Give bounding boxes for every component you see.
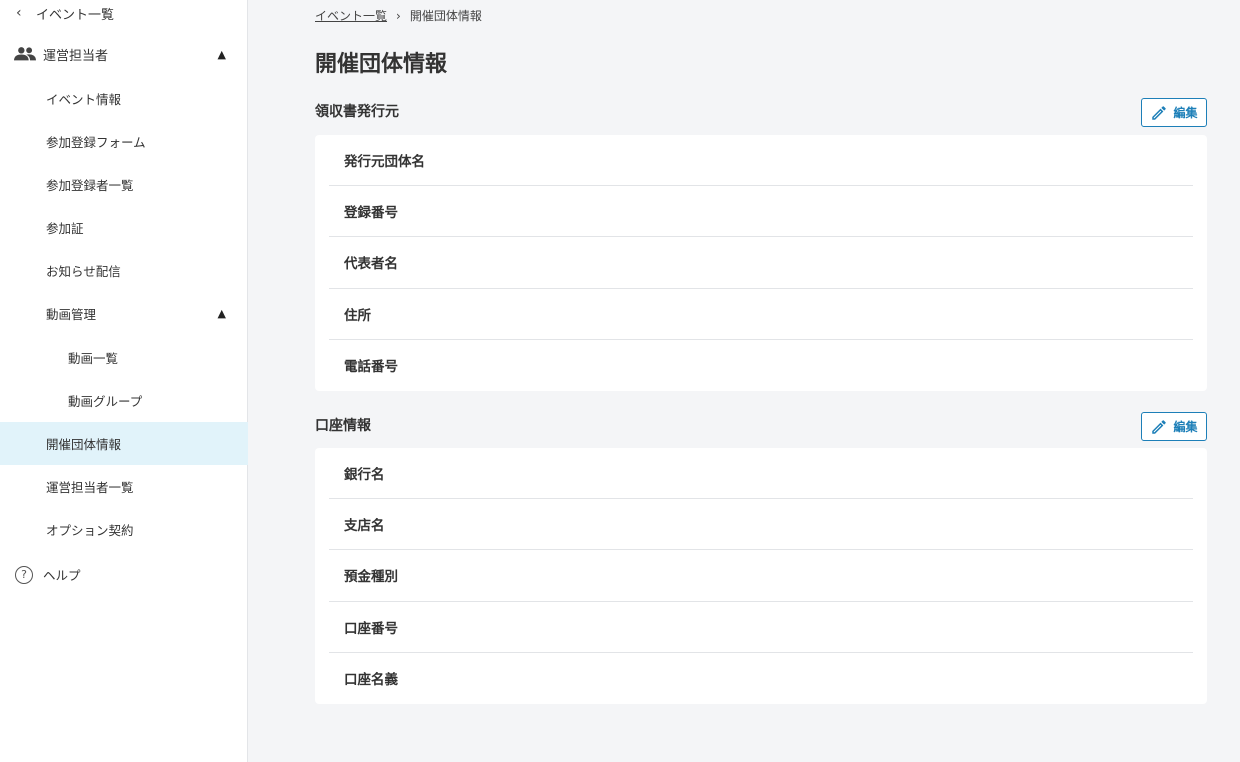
sidebar-item-label: 参加登録者一覧 (46, 178, 134, 193)
field-row: 支店名 (329, 499, 1193, 551)
sidebar-item-label: 動画一覧 (68, 351, 119, 366)
back-label: イベント一覧 (36, 7, 115, 23)
sidebar-group-organizer[interactable]: 運営担当者 ▲ (0, 36, 248, 72)
edit-label: 編集 (1173, 420, 1198, 434)
sidebar-item-event-info[interactable]: イベント情報 (0, 77, 248, 120)
sidebar: ‹ イベント一覧 運営担当者 ▲ イベント情報 参加登録フォーム 参加登録者一覧… (0, 0, 248, 762)
edit-receipt-issuer-button[interactable]: 編集 (1141, 98, 1207, 127)
section-title-bank-account: 口座情報 (315, 418, 371, 434)
field-row: 住所 (329, 289, 1193, 340)
chevron-right-icon: › (396, 8, 401, 23)
sidebar-item-label: 参加登録フォーム (46, 135, 146, 150)
bank-account-card: 銀行名 支店名 預金種別 口座番号 口座名義 (315, 448, 1207, 704)
edit-bank-account-button[interactable]: 編集 (1141, 412, 1207, 441)
field-row: 口座番号 (329, 602, 1193, 653)
help-label: ヘルプ (43, 568, 81, 583)
field-row: 預金種別 (329, 550, 1193, 602)
sidebar-item-organizer-list[interactable]: 運営担当者一覧 (0, 465, 248, 508)
caret-up-icon: ▲ (217, 307, 226, 320)
field-row: 口座名義 (344, 672, 398, 689)
field-row: 発行元団体名 (329, 135, 1193, 187)
receipt-issuer-card: 発行元団体名 登録番号 代表者名 住所 電話番号 (315, 135, 1207, 391)
breadcrumb-link-event-list[interactable]: イベント一覧 (315, 7, 387, 24)
sidebar-item-admission-pass[interactable]: 参加証 (0, 206, 248, 249)
sidebar-item-video-list[interactable]: 動画一覧 (0, 336, 248, 379)
sidebar-item-video-group[interactable]: 動画グループ (0, 379, 248, 422)
sidebar-item-label: 運営担当者一覧 (46, 480, 134, 495)
sidebar-item-organizer-info[interactable]: 開催団体情報 (0, 422, 248, 465)
sidebar-item-label: オプション契約 (46, 523, 134, 538)
field-row: 電話番号 (344, 359, 398, 376)
field-row: 登録番号 (329, 186, 1193, 238)
sidebar-item-video-management[interactable]: 動画管理 ▲ (0, 292, 248, 335)
page-title: 開催団体情報 (315, 52, 448, 77)
help-icon: ? (15, 565, 33, 584)
breadcrumb: イベント一覧 › 開催団体情報 (315, 7, 482, 24)
sidebar-item-option-contract[interactable]: オプション契約 (0, 508, 248, 551)
sidebar-item-label: 参加証 (46, 221, 84, 236)
group-label: 運営担当者 (43, 48, 109, 64)
field-row: 代表者名 (329, 237, 1193, 289)
sidebar-item-label: 動画グループ (68, 394, 143, 409)
sidebar-item-notifications[interactable]: お知らせ配信 (0, 249, 248, 292)
main-content: イベント一覧 › 開催団体情報 開催団体情報 領収書発行元 編集 発行元団体名 … (249, 0, 1240, 762)
field-row: 銀行名 (329, 448, 1193, 500)
section-title-receipt-issuer: 領収書発行元 (315, 104, 399, 120)
sidebar-item-label: お知らせ配信 (46, 264, 121, 279)
sidebar-item-help[interactable]: ? ヘルプ (0, 553, 248, 596)
sidebar-item-label: 動画管理 (46, 307, 97, 322)
pencil-icon (1152, 105, 1167, 120)
back-to-event-list[interactable]: ‹ イベント一覧 (0, 0, 248, 26)
chevron-left-icon: ‹ (16, 5, 22, 21)
caret-up-icon: ▲ (217, 47, 226, 61)
pencil-icon (1152, 419, 1167, 434)
breadcrumb-current: 開催団体情報 (409, 9, 482, 23)
sidebar-item-label: イベント情報 (46, 92, 122, 107)
sidebar-item-registration-form[interactable]: 参加登録フォーム (0, 120, 248, 163)
people-icon (14, 47, 36, 61)
edit-label: 編集 (1173, 106, 1198, 120)
sidebar-item-label: 開催団体情報 (46, 437, 122, 452)
sidebar-item-registrant-list[interactable]: 参加登録者一覧 (0, 163, 248, 206)
